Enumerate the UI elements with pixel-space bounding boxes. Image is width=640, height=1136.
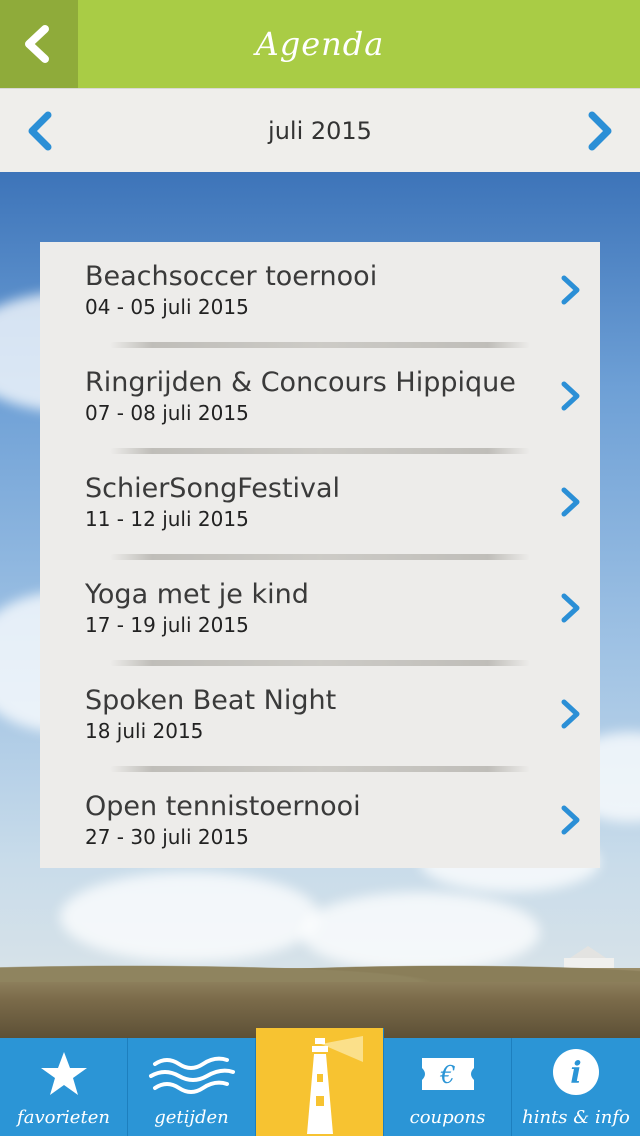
month-selector: juli 2015 [0,88,640,172]
event-item[interactable]: Spoken Beat Night 18 juli 2015 [40,666,600,772]
info-icon: i [553,1049,599,1095]
chevron-right-icon [561,275,580,305]
event-item[interactable]: Yoga met je kind 17 - 19 juli 2015 [40,560,600,666]
event-title: Ringrijden & Concours Hippique [85,367,516,398]
event-item[interactable]: Beachsoccer toernooi 04 - 05 juli 2015 [40,242,600,348]
event-title: SchierSongFestival [85,473,341,504]
event-date: 17 - 19 juli 2015 [85,613,249,637]
svg-text:€: € [439,1061,455,1089]
event-title: Spoken Beat Night [85,685,337,716]
page-title: Agenda [255,25,385,63]
event-title: Open tennistoernooi [85,791,361,822]
chevron-right-icon [561,699,580,729]
chevron-right-icon [561,805,580,835]
event-item[interactable]: Ringrijden & Concours Hippique 07 - 08 j… [40,348,600,454]
event-date: 04 - 05 juli 2015 [85,295,249,319]
event-date: 18 juli 2015 [85,719,204,743]
tab-coupons[interactable]: € coupons [384,1038,512,1136]
chevron-left-icon [28,111,52,151]
waves-icon [148,1056,235,1094]
event-title: Beachsoccer toernooi [85,261,378,292]
tab-home[interactable] [256,1028,384,1136]
euro-ticket-icon: € [421,1058,474,1090]
tab-label: hints & info [522,1107,630,1128]
previous-month-button[interactable] [14,105,66,157]
month-label: juli 2015 [268,117,372,145]
back-button[interactable] [0,0,78,88]
tab-label: coupons [409,1107,486,1128]
tab-favorieten[interactable]: favorieten [0,1038,128,1136]
event-date: 07 - 08 juli 2015 [85,401,249,425]
lighthouse-icon [306,1036,363,1134]
svg-text:i: i [570,1056,581,1091]
tab-hints-info[interactable]: i hints & info [512,1038,640,1136]
header: Agenda [0,0,640,88]
event-item[interactable]: SchierSongFestival 11 - 12 juli 2015 [40,454,600,560]
tab-label: getijden [154,1107,229,1128]
chevron-right-icon [588,111,612,151]
event-date: 27 - 30 juli 2015 [85,825,249,849]
back-arrow-icon [25,25,49,63]
chevron-right-icon [561,593,580,623]
tab-getijden[interactable]: getijden [128,1038,256,1136]
event-item[interactable]: Open tennistoernooi 27 - 30 juli 2015 [40,772,600,878]
event-title: Yoga met je kind [85,579,309,610]
star-icon [40,1052,87,1095]
next-month-button[interactable] [574,105,626,157]
event-date: 11 - 12 juli 2015 [85,507,249,531]
tab-label: favorieten [17,1107,110,1128]
tab-bar: favorieten getijden € coupons i hints & … [0,1028,640,1136]
event-list: Beachsoccer toernooi 04 - 05 juli 2015 R… [40,242,600,868]
chevron-right-icon [561,487,580,517]
chevron-right-icon [561,381,580,411]
